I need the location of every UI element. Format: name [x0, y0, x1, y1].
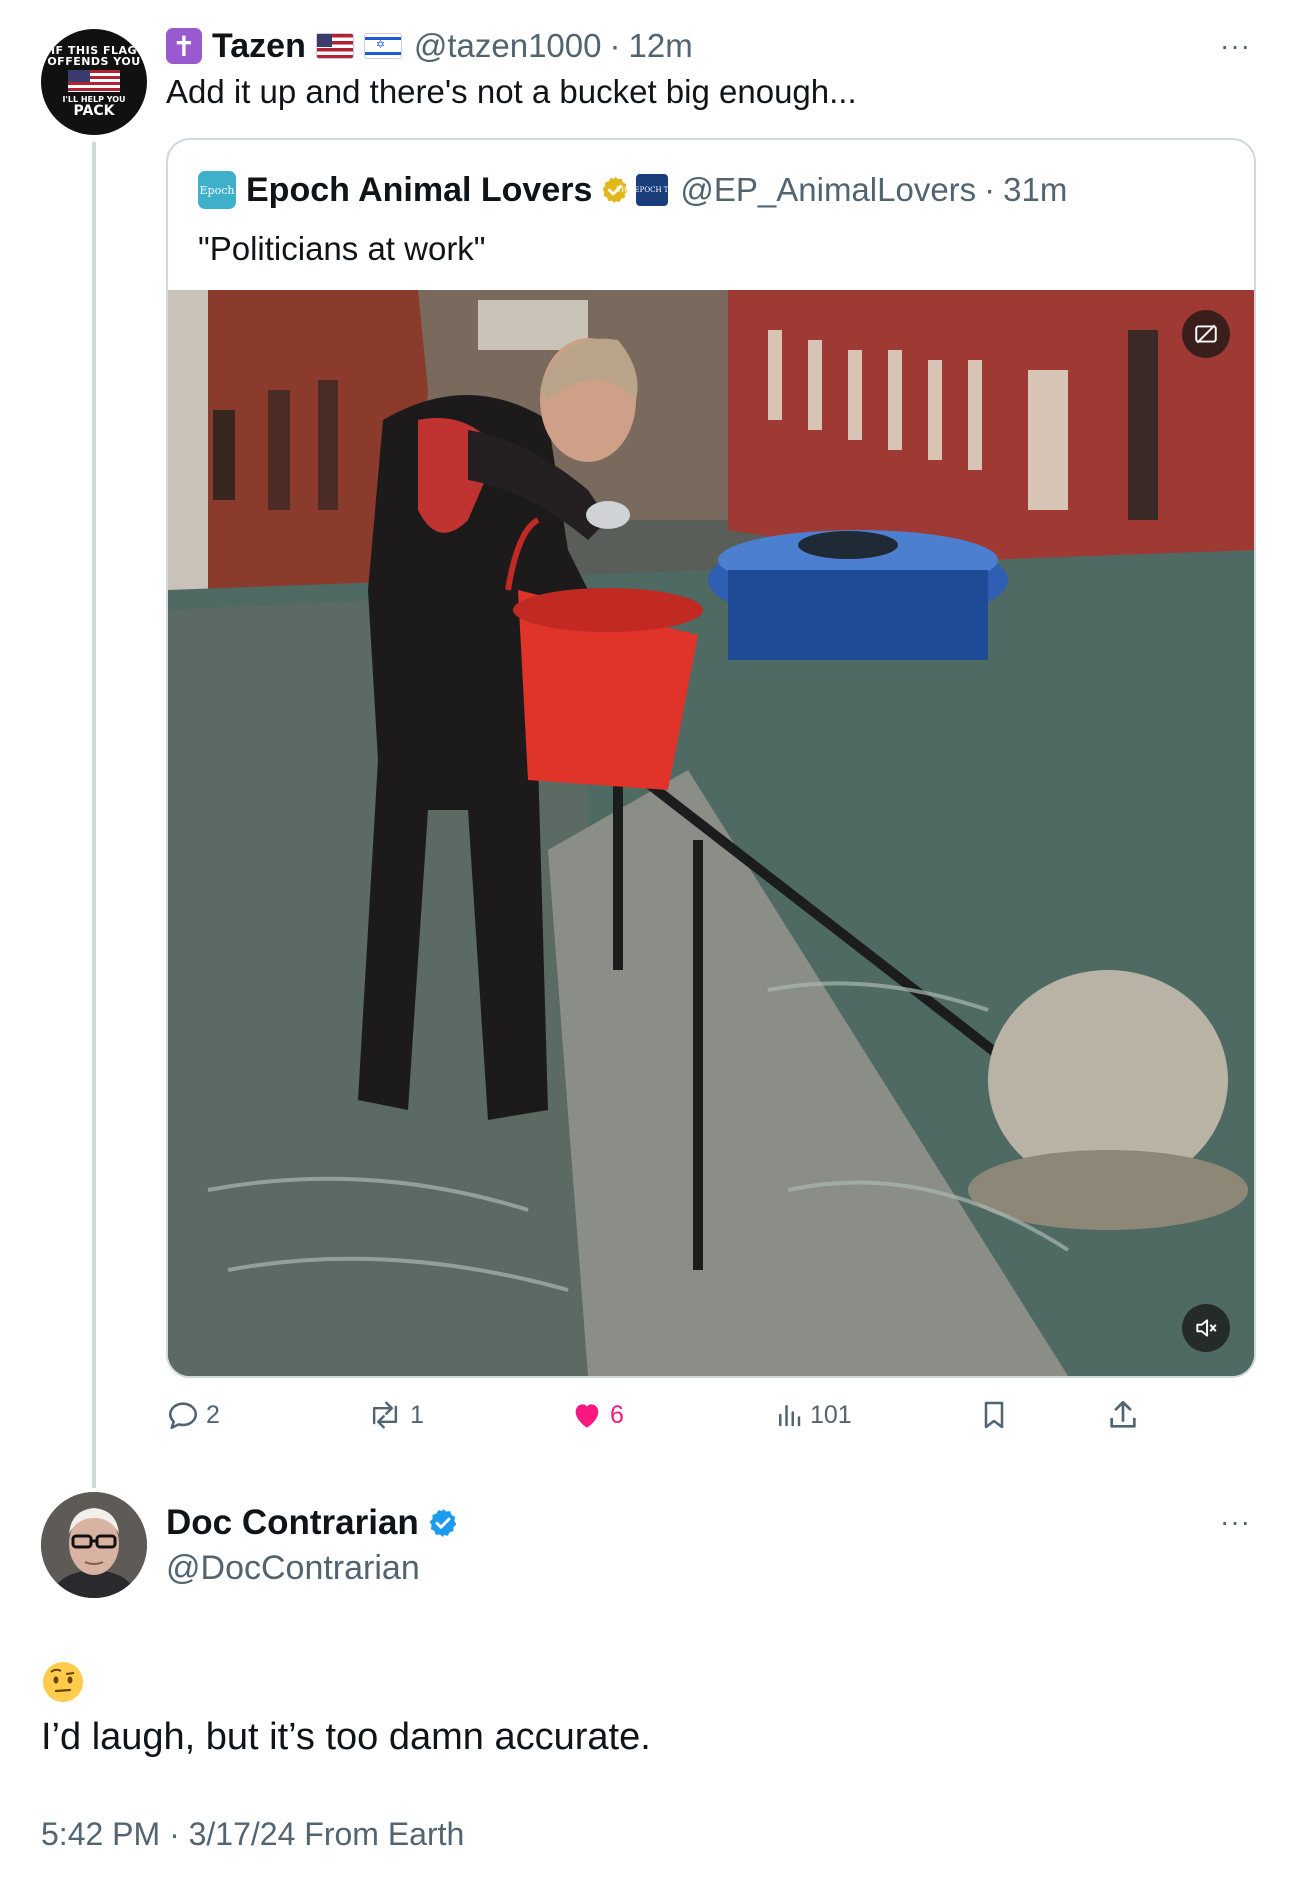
reply-author-handle[interactable]: @DocContrarian: [166, 1549, 420, 1588]
separator-dot: ·: [609, 27, 621, 64]
avatar-text-line-4: PACK: [73, 103, 115, 119]
quoted-author-name[interactable]: Epoch Animal Lovers: [246, 171, 592, 210]
tweet-text: Add it up and there's not a bucket big e…: [166, 73, 857, 110]
quoted-tweet-time[interactable]: 31m: [1003, 171, 1067, 209]
heart-filled-icon: [575, 1404, 599, 1428]
bookmark-button[interactable]: [978, 1390, 1010, 1440]
reply-author-name[interactable]: Doc Contrarian: [166, 1503, 419, 1543]
quoted-tweet-text: "Politicians at work": [198, 230, 486, 267]
avatar-text-line-2: OFFENDS YOU: [47, 55, 141, 68]
like-button[interactable]: 6: [570, 1390, 624, 1440]
like-count: 6: [610, 1400, 624, 1429]
separator-dot: ·: [984, 171, 996, 208]
reply-icon: [168, 1402, 198, 1430]
tweet-time[interactable]: 12m: [628, 27, 692, 65]
avatar-photo: [41, 1492, 147, 1598]
views-button[interactable]: 101: [774, 1390, 852, 1440]
share-icon: [1110, 1400, 1136, 1428]
israel-flag-icon: ✡: [363, 33, 402, 59]
repost-count: 1: [410, 1400, 424, 1429]
bookmark-icon: [984, 1401, 1004, 1429]
captions-off-icon: [1195, 324, 1217, 344]
quoted-author-handle[interactable]: @EP_AnimalLovers: [680, 171, 976, 209]
author-name[interactable]: Tazen: [212, 27, 306, 66]
muted-speaker-icon: [1196, 1319, 1217, 1337]
tweet-actions-bar: 2 1 6 101: [166, 1390, 1136, 1440]
us-flag-icon: [315, 33, 354, 59]
repost-button[interactable]: 1: [366, 1390, 424, 1440]
affiliate-badge[interactable]: THE EPOCH TIMES: [616, 174, 688, 206]
face-with-raised-eyebrow-emoji-icon: [43, 1662, 83, 1702]
verified-blue-icon: [429, 1509, 457, 1537]
reply-button[interactable]: 2: [166, 1390, 220, 1440]
more-options-icon[interactable]: ···: [1220, 1508, 1251, 1536]
views-chart-icon: [779, 1405, 801, 1427]
mute-button[interactable]: [1182, 1304, 1230, 1352]
doc-contrarian-avatar[interactable]: [41, 1492, 147, 1598]
captions-off-button[interactable]: [1182, 310, 1230, 358]
share-button[interactable]: [1106, 1390, 1140, 1440]
avatar-flag-image: [68, 70, 120, 92]
quoted-author-avatar[interactable]: Epoch: [198, 171, 236, 209]
reply-author-name-row: Doc Contrarian: [166, 1503, 459, 1543]
repost-icon: [372, 1401, 398, 1429]
video-frame-image: [168, 290, 1254, 1376]
view-count: 101: [810, 1400, 852, 1429]
video-player[interactable]: [168, 290, 1254, 1376]
tweet-header: ✝ Tazen ✡ @tazen1000 · 12m: [166, 24, 693, 68]
author-handle[interactable]: @tazen1000: [414, 27, 602, 65]
reply-timestamp[interactable]: 5:42 PM · 3/17/24 From Earth: [41, 1816, 464, 1853]
quoted-tweet-header: Epoch Epoch Animal Lovers THE EPOCH TIME…: [198, 168, 1067, 212]
reply-text: I’d laugh, but it’s too damn accurate.: [41, 1716, 651, 1758]
latin-cross-icon: ✝: [166, 28, 202, 64]
more-options-icon[interactable]: ···: [1220, 32, 1251, 60]
tazen-avatar[interactable]: IF THIS FLAG OFFENDS YOU I'LL HELP YOU P…: [41, 29, 147, 135]
quoted-tweet-card[interactable]: Epoch Epoch Animal Lovers THE EPOCH TIME…: [166, 138, 1256, 1378]
thread-connector-line: [92, 142, 96, 1488]
reply-count: 2: [206, 1400, 220, 1429]
